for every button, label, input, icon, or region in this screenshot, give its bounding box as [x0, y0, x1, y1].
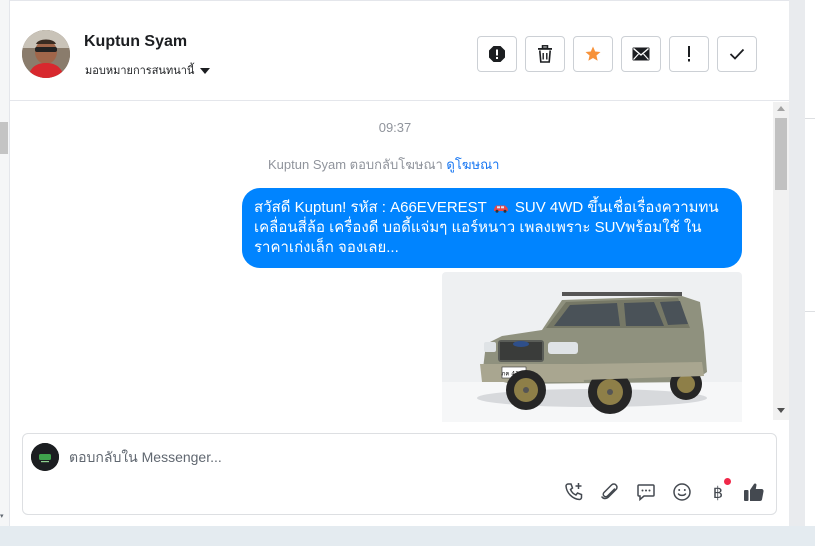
- payment-button[interactable]: ฿: [707, 478, 731, 503]
- left-panel-edge: ▾: [0, 0, 10, 546]
- scroll-up-icon[interactable]: [777, 106, 785, 111]
- report-button[interactable]: [477, 36, 517, 72]
- car-emoji-icon: [493, 205, 508, 213]
- ad-reply-note-text: Kuptun Syam ตอบกลับโฆษณา: [268, 157, 447, 172]
- star-icon: [585, 46, 601, 61]
- composer-toolbar: ฿: [563, 478, 765, 503]
- mail-icon: [632, 47, 650, 61]
- baht-payment-icon: ฿: [712, 482, 724, 502]
- caret-down-icon: [200, 67, 211, 74]
- thumbs-up-icon: [744, 483, 764, 501]
- reply-composer: ฿: [22, 433, 777, 515]
- left-scroll-down-icon[interactable]: ▾: [0, 512, 4, 520]
- header-action-bar: [477, 36, 757, 72]
- bottom-background: [0, 526, 815, 546]
- follow-up-button[interactable]: [669, 36, 709, 72]
- message-thread: 09:37 Kuptun Syam ตอบกลับโฆษณา ดูโฆษณา ส…: [10, 102, 789, 424]
- paperclip-icon: [601, 483, 618, 500]
- thread-scrollbar[interactable]: [773, 102, 789, 420]
- right-panel-divider: [805, 118, 815, 119]
- contact-avatar[interactable]: [22, 30, 70, 78]
- page-avatar: [31, 443, 59, 471]
- message-timestamp: 09:37: [378, 120, 412, 135]
- mark-unread-button[interactable]: [621, 36, 661, 72]
- assign-label: มอบหมายการสนทนานี้: [85, 64, 195, 77]
- right-panel-divider: [805, 311, 815, 312]
- checkmark-icon: [729, 48, 745, 60]
- reply-input[interactable]: [69, 446, 669, 468]
- left-scroll-thumb[interactable]: [0, 122, 8, 154]
- scroll-down-icon[interactable]: [777, 408, 785, 413]
- saved-replies-button[interactable]: [635, 481, 657, 503]
- conversation-panel: Kuptun Syam มอบหมายการสนทนานี้ 09:37 Kup…: [10, 0, 789, 526]
- emoji-button[interactable]: [671, 481, 693, 503]
- contact-name[interactable]: Kuptun Syam: [84, 33, 187, 51]
- mark-done-button[interactable]: [717, 36, 757, 72]
- right-side-panel-content: [805, 0, 815, 526]
- scroll-thumb[interactable]: [775, 118, 787, 190]
- trash-icon: [538, 45, 552, 63]
- view-ad-link[interactable]: ดูโฆษณา: [446, 157, 499, 172]
- attach-button[interactable]: [599, 481, 621, 503]
- right-side-panel: [789, 0, 815, 546]
- emoji-icon: [673, 483, 691, 501]
- message-text-part1: สวัสดี Kuptun! รหัส : A66EVEREST: [254, 199, 491, 216]
- ad-reply-note: Kuptun Syam ตอบกลับโฆษณา ดูโฆษณา: [268, 154, 499, 175]
- like-button[interactable]: [743, 481, 765, 503]
- car-photo-attachment[interactable]: ภค 4109: [442, 272, 742, 422]
- call-button[interactable]: [563, 481, 585, 503]
- report-icon: [489, 46, 505, 62]
- assign-conversation-dropdown[interactable]: มอบหมายการสนทนานี้: [85, 61, 211, 79]
- exclamation-icon: [688, 46, 690, 62]
- phone-add-icon: [565, 483, 583, 501]
- outgoing-message-bubble[interactable]: สวัสดี Kuptun! รหัส : A66EVEREST SUV 4WD…: [242, 188, 742, 268]
- star-button[interactable]: [573, 36, 613, 72]
- notification-dot: [724, 478, 731, 485]
- saved-reply-icon: [637, 484, 655, 502]
- delete-button[interactable]: [525, 36, 565, 72]
- conversation-header: Kuptun Syam มอบหมายการสนทนานี้: [10, 0, 789, 101]
